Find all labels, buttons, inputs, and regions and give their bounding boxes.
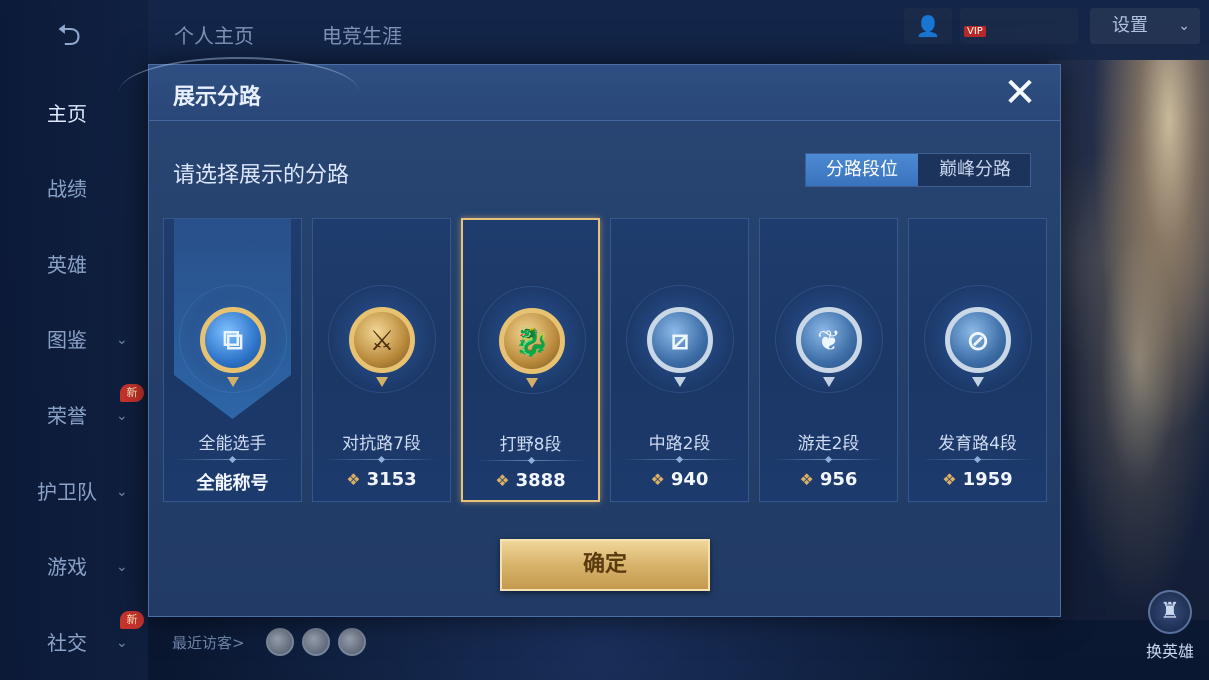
chevron-down-icon: ⌄ <box>116 559 128 575</box>
sidebar-item-label: 社交 <box>47 631 87 655</box>
new-badge: 新 <box>120 384 144 402</box>
roam-emblem-icon: ❦ <box>796 307 862 373</box>
card-divider <box>325 459 438 460</box>
farm-lane-emblem-icon: ⊘ <box>945 307 1011 373</box>
lane-card-clash[interactable]: ⚔ 对抗路7段 ❖ 3153 <box>312 218 451 502</box>
sidebar-item-guard[interactable]: 护卫队 ⌄ <box>0 472 148 512</box>
avatar[interactable] <box>266 628 294 656</box>
rank-point-icon: ❖ <box>799 470 814 489</box>
card-score: ❖ 940 <box>611 469 748 490</box>
sidebar-item-label: 游戏 <box>47 555 87 579</box>
card-name: 发育路4段 <box>938 434 1017 454</box>
back-arrow-icon[interactable]: ⮌ <box>38 18 100 54</box>
lane-card-list: ⧉ 全能选手 全能称号 ⚔ 对抗路7段 ❖ 3153 🐉 打野8段 ❖ 3888… <box>163 218 1048 502</box>
lane-card-roam[interactable]: ❦ 游走2段 ❖ 956 <box>759 218 898 502</box>
tab-lane-rank[interactable]: 分路段位 <box>806 154 918 186</box>
avatar[interactable] <box>302 628 330 656</box>
settings-label: 设置 <box>1112 15 1148 36</box>
lane-card-farm[interactable]: ⊘ 发育路4段 ❖ 1959 <box>908 218 1047 502</box>
card-divider <box>623 459 736 460</box>
new-badge: 新 <box>120 611 144 629</box>
lane-display-dialog: 展示分路 ✕ 请选择展示的分路 分路段位 巅峰分路 ⧉ 全能选手 全能称号 ⚔ … <box>119 57 1061 617</box>
mid-lane-emblem-icon: ⧄ <box>647 307 713 373</box>
card-score-value: 940 <box>670 469 709 490</box>
rank-point-icon: ❖ <box>942 470 957 489</box>
rank-point-icon: ❖ <box>346 470 361 489</box>
tab-peak-lane[interactable]: 巅峰分路 <box>919 154 1031 186</box>
close-icon[interactable]: ✕ <box>1000 73 1040 113</box>
card-score: ❖ 956 <box>760 469 897 490</box>
card-divider <box>176 459 289 460</box>
card-score-value: 3153 <box>366 469 417 490</box>
tab-profile[interactable]: 个人主页 <box>174 20 254 49</box>
card-name: 对抗路7段 <box>342 434 421 454</box>
chevron-down-icon: ⌄ <box>1178 18 1190 34</box>
all-round-emblem-icon: ⧉ <box>200 307 266 373</box>
dialog-prompt: 请选择展示的分路 <box>173 163 350 188</box>
card-score-value: 956 <box>819 469 858 490</box>
lane-card-mid[interactable]: ⧄ 中路2段 ❖ 940 <box>610 218 749 502</box>
card-score: 全能称号 <box>164 469 301 495</box>
card-score: ❖ 3888 <box>463 470 598 491</box>
sidebar-item-social[interactable]: 社交 ⌄ 新 <box>0 611 148 663</box>
card-name: 全能选手 <box>198 434 267 454</box>
sidebar-item-record[interactable]: 战绩 <box>0 169 148 209</box>
swap-hero-label: 换英雄 <box>1145 642 1194 661</box>
avatar[interactable] <box>338 628 366 656</box>
chevron-down-icon: ⌄ <box>116 635 128 651</box>
hero-portrait <box>1049 60 1209 620</box>
chevron-down-icon: ⌄ <box>116 332 128 348</box>
rank-point-icon: ❖ <box>495 471 510 490</box>
card-name: 中路2段 <box>648 434 711 454</box>
dialog-header: 展示分路 ✕ <box>119 57 1060 121</box>
sidebar-item-label: 主页 <box>47 102 87 126</box>
card-divider <box>772 459 885 460</box>
sidebar-item-label: 护卫队 <box>37 480 97 504</box>
card-score-value: 1959 <box>962 469 1013 490</box>
card-name: 打野8段 <box>499 435 562 455</box>
jungle-emblem-icon: 🐉 <box>499 308 565 374</box>
clash-lane-emblem-icon: ⚔ <box>349 307 415 373</box>
sidebar-item-label: 英雄 <box>47 253 87 277</box>
confirm-button[interactable]: 确定 <box>500 539 710 591</box>
vip-panel[interactable]: VIP <box>960 8 1078 44</box>
sidebar-item-label: 荣誉 <box>47 404 87 428</box>
tab-esports[interactable]: 电竞生涯 <box>322 20 402 49</box>
card-score: ❖ 3153 <box>313 469 450 490</box>
card-score-value: 全能称号 <box>196 473 269 494</box>
lane-card-jungle[interactable]: 🐉 打野8段 ❖ 3888 <box>461 218 600 502</box>
lane-mode-toggle: 分路段位 巅峰分路 <box>805 153 1031 187</box>
sidebar-item-game[interactable]: 游戏 ⌄ <box>0 547 148 587</box>
vip-badge: VIP <box>964 26 986 37</box>
hero-swap-icon: ♜ <box>1148 590 1192 634</box>
card-divider <box>475 460 588 461</box>
card-name: 游走2段 <box>797 434 860 454</box>
lane-card-all-round[interactable]: ⧉ 全能选手 全能称号 <box>163 218 302 502</box>
sidebar-item-label: 图鉴 <box>47 328 87 352</box>
settings-button[interactable]: 设置 ⌄ <box>1090 8 1200 44</box>
rank-point-icon: ❖ <box>650 470 665 489</box>
friend-icon[interactable]: 👤 <box>904 8 952 44</box>
swap-hero-button[interactable]: ♜ 换英雄 <box>1140 590 1200 662</box>
chevron-down-icon: ⌄ <box>116 484 128 500</box>
sidebar-item-label: 战绩 <box>47 177 87 201</box>
sidebar-item-heroes[interactable]: 英雄 <box>0 245 148 285</box>
chevron-down-icon: ⌄ <box>116 408 128 424</box>
card-divider <box>921 459 1034 460</box>
dialog-title: 展示分路 <box>173 85 262 110</box>
card-score-value: 3888 <box>515 470 566 491</box>
sidebar-item-honor[interactable]: 荣誉 ⌄ 新 <box>0 384 148 436</box>
recent-visitors-link[interactable]: 最近访客> <box>172 632 245 653</box>
sidebar-item-codex[interactable]: 图鉴 ⌄ <box>0 320 148 360</box>
card-score: ❖ 1959 <box>909 469 1046 490</box>
